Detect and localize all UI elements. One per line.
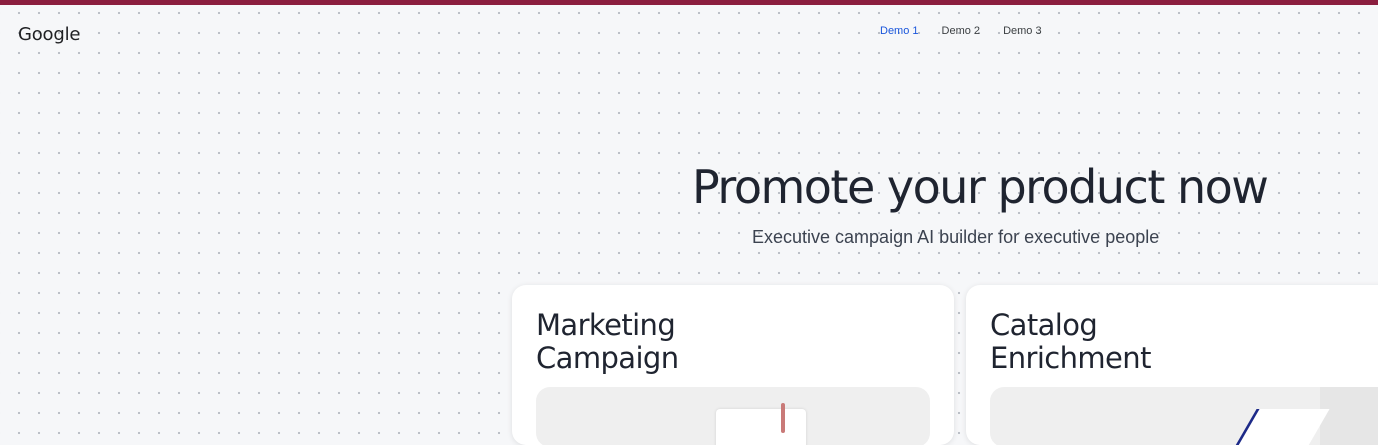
card-title-line-2: Enrichment <box>990 341 1151 375</box>
catalog-enrichment-card[interactable]: Catalog Enrichment <box>966 285 1378 445</box>
card-title-line-1: Marketing <box>536 308 676 342</box>
marketing-campaign-card[interactable]: Marketing Campaign <box>512 285 954 445</box>
product-shape-image <box>1233 409 1330 445</box>
card-preview-image <box>536 387 930 445</box>
nav-item-demo-3[interactable]: Demo 3 <box>1003 24 1042 38</box>
product-box-image <box>716 409 806 445</box>
background-panel-image <box>1320 387 1378 445</box>
google-logo[interactable]: Google <box>18 24 80 45</box>
top-accent-bar <box>0 0 1378 5</box>
card-title: Marketing Campaign <box>536 309 836 375</box>
top-nav: Demo 1 Demo 2 Demo 3 <box>880 24 1065 38</box>
hero-subtitle: Executive campaign AI builder for execut… <box>752 227 1160 247</box>
card-preview-image <box>990 387 1378 445</box>
nav-item-demo-2[interactable]: Demo 2 <box>942 24 981 38</box>
card-title-line-1: Catalog <box>990 308 1098 342</box>
hero-title: Promote your product now <box>692 160 1269 214</box>
nav-item-demo-1[interactable]: Demo 1 <box>880 24 919 38</box>
product-accent-image <box>781 403 785 433</box>
card-title-line-2: Campaign <box>536 341 679 375</box>
card-title: Catalog Enrichment <box>990 309 1290 375</box>
